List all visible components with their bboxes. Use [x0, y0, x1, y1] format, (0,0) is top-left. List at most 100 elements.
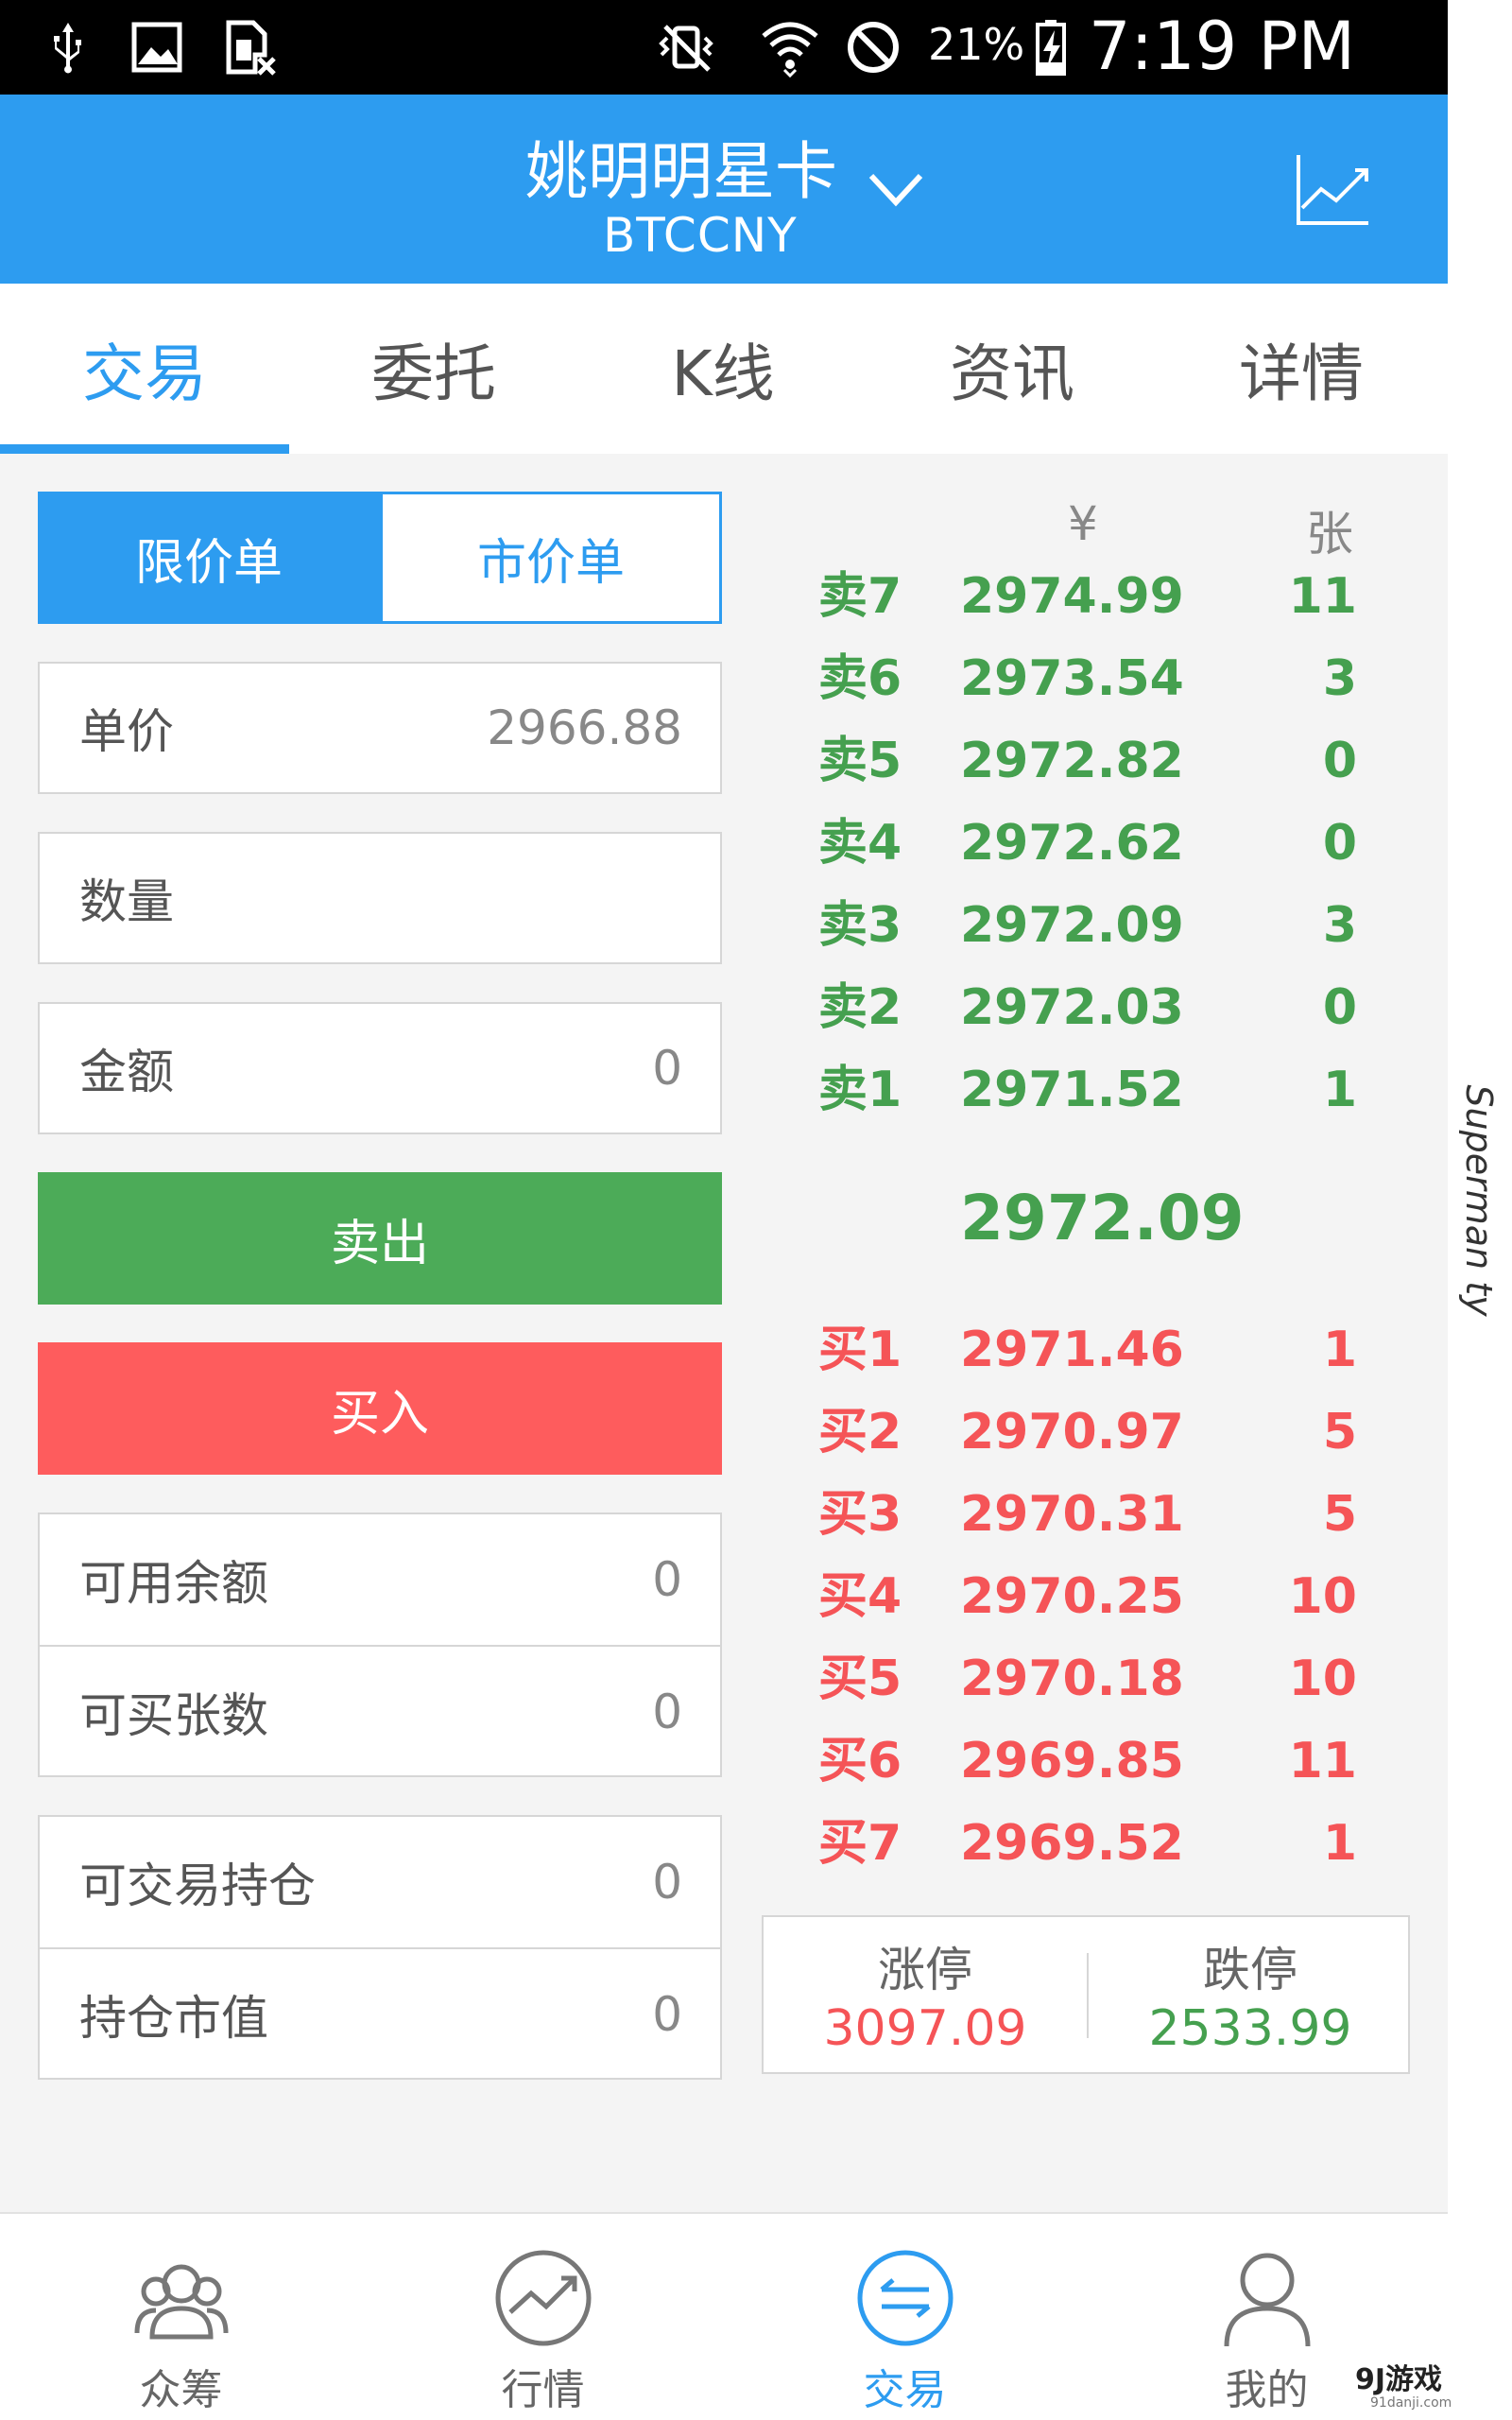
- trend-chart-icon[interactable]: [1293, 149, 1372, 229]
- product-title[interactable]: 姚明明星卡: [525, 121, 837, 212]
- available-balance-label: 可用余额: [79, 1556, 268, 1611]
- buyable-row: 可买张数 0: [40, 1645, 720, 1775]
- ask-price: 2972.82: [960, 733, 1184, 789]
- nav-crowdfunding[interactable]: 众筹: [0, 2214, 362, 2420]
- ask-price: 2972.09: [960, 897, 1184, 954]
- battery-percent: 21%: [928, 19, 1025, 70]
- nav-trade[interactable]: 交易: [724, 2214, 1086, 2420]
- limit-up-label: 涨停: [878, 1943, 972, 1997]
- usb-icon: [54, 23, 81, 74]
- bid-row[interactable]: 买3 2970.31 5: [818, 1474, 1357, 1555]
- chevron-down-icon[interactable]: [866, 166, 926, 214]
- tab-kline[interactable]: K线: [578, 284, 868, 454]
- ask-price: 2971.52: [960, 1062, 1184, 1118]
- ask-row[interactable]: 卖5 2972.82 0: [818, 720, 1357, 802]
- available-balance-value: 0: [652, 1552, 682, 1607]
- crowd-icon: [134, 2264, 228, 2340]
- sim-error-icon: [226, 20, 276, 76]
- nav-label: 交易: [863, 2366, 947, 2414]
- bid-row[interactable]: 买5 2970.18 10: [818, 1638, 1357, 1720]
- buy-button[interactable]: 买入: [38, 1342, 722, 1475]
- nav-label: 众筹: [139, 2366, 223, 2414]
- tab-news[interactable]: 资讯: [868, 284, 1157, 454]
- ask-row[interactable]: 卖1 2971.52 1: [818, 1049, 1357, 1131]
- ask-level-label: 卖2: [818, 979, 902, 1036]
- bid-price: 2969.52: [960, 1815, 1184, 1872]
- amount-label: 金额: [79, 1045, 174, 1099]
- nav-market[interactable]: 行情: [362, 2214, 724, 2420]
- bid-qty: 5: [1322, 1486, 1357, 1543]
- sell-button[interactable]: 卖出: [38, 1172, 722, 1305]
- ask-level-label: 卖6: [818, 650, 902, 707]
- buyable-value: 0: [652, 1685, 682, 1739]
- bid-qty: 1: [1322, 1322, 1357, 1378]
- limit-order-tab[interactable]: 限价单: [38, 492, 380, 624]
- position-value-row: 持仓市值 0: [40, 1947, 720, 2078]
- ask-level-label: 卖5: [818, 733, 902, 789]
- tradable-position-label: 可交易持仓: [79, 1858, 316, 1913]
- order-book-qty-header: 张: [1306, 507, 1353, 562]
- position-panel: 可交易持仓 0 持仓市值 0: [38, 1815, 722, 2080]
- ask-qty: 1: [1322, 1062, 1357, 1118]
- bid-level-label: 买7: [818, 1815, 902, 1872]
- bottom-navigation: 众筹 行情 交易 我的: [0, 2212, 1448, 2420]
- bid-qty: 10: [1288, 1651, 1357, 1707]
- bid-row[interactable]: 买7 2969.52 1: [818, 1803, 1357, 1884]
- tab-orders[interactable]: 委托: [289, 284, 578, 454]
- price-field[interactable]: 单价 2966.88: [38, 662, 722, 794]
- price-label: 单价: [79, 704, 174, 759]
- bid-level-label: 买1: [818, 1322, 902, 1378]
- amount-field: 金额 0: [38, 1002, 722, 1134]
- ask-qty: 0: [1322, 733, 1357, 789]
- wifi-icon: [762, 22, 818, 78]
- quantity-label: 数量: [79, 874, 174, 929]
- bid-price: 2970.97: [960, 1404, 1184, 1461]
- tradable-position-row: 可交易持仓 0: [40, 1817, 720, 1947]
- ask-row[interactable]: 卖6 2973.54 3: [818, 638, 1357, 719]
- ask-row[interactable]: 卖4 2972.62 0: [818, 803, 1357, 884]
- ask-price: 2972.03: [960, 979, 1184, 1036]
- product-symbol: BTCCNY: [603, 208, 798, 263]
- tab-details[interactable]: 详情: [1157, 284, 1446, 454]
- bid-qty: 1: [1322, 1815, 1357, 1872]
- bid-row[interactable]: 买6 2969.85 11: [818, 1720, 1357, 1802]
- bid-price: 2970.18: [960, 1651, 1184, 1707]
- corner-watermark-logo: 9J游戏 91danji.com: [1342, 2352, 1512, 2420]
- ask-row[interactable]: 卖2 2972.03 0: [818, 967, 1357, 1048]
- nav-label: 行情: [501, 2366, 585, 2414]
- ask-qty: 0: [1322, 815, 1357, 872]
- tab-active-indicator: [0, 444, 289, 454]
- bid-row[interactable]: 买4 2970.25 10: [818, 1556, 1357, 1637]
- profile-icon: [1224, 2253, 1310, 2347]
- ask-level-label: 卖3: [818, 897, 902, 954]
- bid-level-label: 买3: [818, 1486, 902, 1543]
- mute-vibrate-icon: [659, 25, 713, 72]
- side-watermark: Superman ty: [1458, 1049, 1500, 1352]
- tab-bar: 交易 委托 K线 资讯 详情: [0, 284, 1448, 454]
- bid-row[interactable]: 买2 2970.97 5: [818, 1392, 1357, 1473]
- ask-row[interactable]: 卖3 2972.09 3: [818, 885, 1357, 966]
- balance-panel: 可用余额 0 可买张数 0: [38, 1512, 722, 1777]
- market-order-tab[interactable]: 市价单: [380, 492, 722, 624]
- bid-row[interactable]: 买1 2971.46 1: [818, 1309, 1357, 1391]
- bid-price: 2971.46: [960, 1322, 1184, 1378]
- ask-qty: 3: [1322, 650, 1357, 707]
- position-value-label: 持仓市值: [79, 1991, 268, 2046]
- bid-level-label: 买6: [818, 1733, 902, 1789]
- bid-qty: 11: [1288, 1733, 1357, 1789]
- bid-price: 2969.85: [960, 1733, 1184, 1789]
- price-input[interactable]: 2966.88: [487, 664, 682, 792]
- quantity-field[interactable]: 数量: [38, 832, 722, 964]
- ask-row[interactable]: 卖7 2974.99 11: [818, 556, 1357, 637]
- tradable-position-value: 0: [652, 1855, 682, 1910]
- app-screen: 21% 7:19 PM 姚明明星卡 BTCCNY 交易 委托 K线 资讯 详情 …: [0, 0, 1448, 2420]
- limit-down-value: 2533.99: [1148, 2000, 1352, 2057]
- corner-watermark-text: 9J游戏: [1355, 2363, 1443, 2396]
- price-limits-panel: 涨停 3097.09 跌停 2533.99: [762, 1915, 1410, 2074]
- bid-price: 2970.31: [960, 1486, 1184, 1543]
- ask-price: 2973.54: [960, 650, 1184, 707]
- amount-value: 0: [652, 1041, 682, 1096]
- tab-trade[interactable]: 交易: [0, 284, 289, 454]
- status-bar: 21% 7:19 PM: [0, 0, 1448, 95]
- app-header: 姚明明星卡 BTCCNY: [0, 95, 1448, 284]
